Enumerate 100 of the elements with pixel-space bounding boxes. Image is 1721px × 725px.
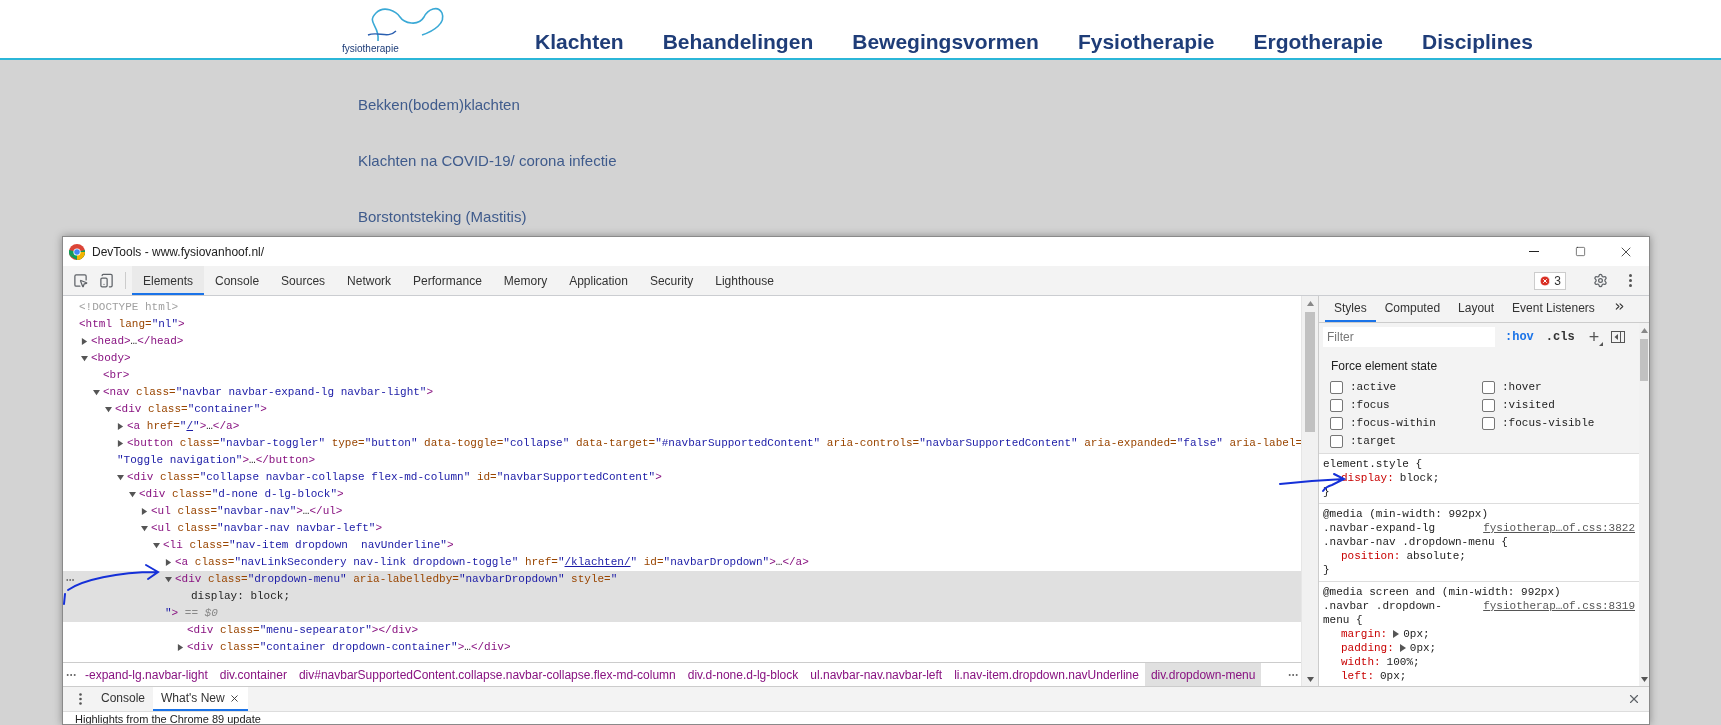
breadcrumb[interactable]: li.nav-item.dropdown.navUnderline xyxy=(948,663,1145,686)
checkbox[interactable] xyxy=(1330,434,1343,448)
sidebar-toggle-icon[interactable] xyxy=(1611,331,1626,343)
panel-tab[interactable]: Memory xyxy=(492,266,559,295)
panel-tab[interactable]: Security xyxy=(638,266,705,295)
nav-link[interactable]: Fysiotherapie xyxy=(1077,30,1215,54)
settings-icon xyxy=(1592,273,1608,288)
property-name: left: xyxy=(1341,669,1374,683)
checkbox[interactable] xyxy=(1482,380,1495,394)
scroll-thumb[interactable] xyxy=(1640,339,1648,381)
property-name: padding: xyxy=(1341,641,1394,655)
triangle-icon[interactable] xyxy=(117,423,124,430)
checkbox-label: :focus-visible xyxy=(1502,417,1595,429)
property-value: block; xyxy=(1399,471,1440,485)
triangle-icon[interactable] xyxy=(153,542,160,549)
panel-tab[interactable]: Lighthouse xyxy=(704,266,785,295)
drawer-tab[interactable]: Console xyxy=(93,687,154,711)
nav-link[interactable]: Behandelingen xyxy=(662,30,814,54)
panel-tab[interactable]: Console xyxy=(204,266,271,295)
panel-tab[interactable]: Performance xyxy=(402,266,493,295)
triangle-icon[interactable] xyxy=(141,508,148,515)
link[interactable]: /klachten/ xyxy=(564,556,631,568)
triangle-icon[interactable] xyxy=(117,474,124,481)
code-line: <div class="menu-sepearator"></div> xyxy=(187,623,419,638)
checkbox[interactable] xyxy=(1330,416,1343,430)
dropdown-item[interactable]: Bekken(bodem)klachten xyxy=(358,96,1721,114)
code-line: <button class="navbar-toggler" type="button" data-toggle="collapse" data-target="#navbarSupportedContent" aria-controls="navbarSupportedContent" aria-expanded="false" aria-label= xyxy=(127,436,1301,451)
dropdown-item[interactable]: Klachten na COVID-19/ corona infectie xyxy=(358,152,1721,170)
checkbox[interactable] xyxy=(1330,380,1343,394)
hov-button[interactable]: :hov xyxy=(1503,330,1536,344)
code-line: <div class="container"> xyxy=(115,402,267,417)
minimize-icon xyxy=(1529,251,1539,252)
nav-link[interactable]: Disciplines xyxy=(1422,30,1533,54)
checkbox[interactable] xyxy=(1330,398,1343,412)
panel-tab[interactable]: Application xyxy=(558,266,639,295)
triangle-icon[interactable] xyxy=(93,389,100,396)
error-count: 3 xyxy=(1554,273,1561,288)
sidebar-tab[interactable]: Event Listeners xyxy=(1503,296,1604,322)
error-icon xyxy=(1539,274,1552,287)
breadcrumb[interactable]: div#navbarSupportedContent.collapse.navbar-collapse.flex-md-column xyxy=(292,663,682,686)
triangle-icon[interactable] xyxy=(165,576,172,583)
dropdown-item[interactable]: Borstontsteking (Mastitis) xyxy=(358,208,1721,226)
checkbox-label: :active xyxy=(1350,381,1397,393)
property-name: width: xyxy=(1341,655,1381,669)
panel-tab[interactable]: Sources xyxy=(270,266,337,295)
property-value: 0px; xyxy=(1403,627,1430,641)
code-line: <head>…</head> xyxy=(91,334,184,349)
error-count-badge[interactable]: 3 xyxy=(1534,271,1566,290)
property-value: 0px; xyxy=(1409,641,1437,655)
scroll-down-icon[interactable] xyxy=(1640,676,1648,682)
checkbox[interactable] xyxy=(1482,398,1495,412)
cls-button[interactable]: .cls xyxy=(1543,330,1577,344)
drawer-tab[interactable]: What's New xyxy=(153,687,248,711)
cursor-in-box-icon xyxy=(72,273,88,288)
breadcrumb[interactable]: div.d-none.d-lg-block xyxy=(681,663,805,686)
checkbox-label: :focus xyxy=(1350,399,1390,411)
breadcrumb[interactable]: -expand-lg.navbar-light xyxy=(79,663,214,686)
property-value: 0px; xyxy=(1380,669,1407,683)
panel-tab[interactable]: Network xyxy=(336,266,403,295)
checkbox[interactable] xyxy=(1482,416,1495,430)
scrollbar[interactable] xyxy=(1301,296,1318,686)
triangle-icon[interactable] xyxy=(177,644,184,651)
selector-text: .navbar-expand-lg xyxy=(1323,521,1436,535)
code-line: <a class="navLinkSecondery nav-link dropdown-toggle" href="/klachten/" id="navbarDropdown">…</a> xyxy=(175,555,809,570)
breadcrumb[interactable]: div.container xyxy=(213,663,293,686)
triangle-icon[interactable] xyxy=(129,491,136,498)
code-line: display: block; xyxy=(191,589,291,604)
nav-link[interactable]: Bewegingsvormen xyxy=(852,30,1039,54)
code-line: <ul class="navbar-nav navbar-left"> xyxy=(151,521,383,536)
triangle-icon[interactable] xyxy=(165,559,172,566)
closing-brace: } xyxy=(1323,564,1330,576)
nav-link[interactable]: Ergotherapie xyxy=(1253,30,1383,54)
property-name: position: xyxy=(1341,549,1401,563)
breadcrumb[interactable]: div.dropdown-menu xyxy=(1144,663,1262,686)
sidebar-tab[interactable]: Styles xyxy=(1325,296,1376,322)
triangle-icon[interactable] xyxy=(141,525,148,532)
scroll-up-icon[interactable] xyxy=(1640,327,1648,333)
sidebar-tab[interactable]: Computed xyxy=(1375,296,1450,322)
menu-icon xyxy=(1628,274,1632,287)
close-icon[interactable] xyxy=(228,692,240,704)
filter-field[interactable]: Filter xyxy=(1323,327,1495,347)
code-line: <body> xyxy=(91,351,131,366)
breadcrumb[interactable]: ul.navbar-nav.navbar-left xyxy=(804,663,949,686)
checkbox-label: :hover xyxy=(1502,381,1542,393)
triangle-icon[interactable] xyxy=(105,406,112,413)
add-rule-button[interactable]: + xyxy=(1584,328,1604,346)
sidebar-tab[interactable]: Layout xyxy=(1449,296,1504,322)
triangle-icon[interactable] xyxy=(81,338,88,345)
selector-text: .navbar-nav .dropdown-menu { xyxy=(1323,535,1508,549)
link[interactable]: / xyxy=(186,420,194,432)
window-title: DevTools - www.fysiovanhoof.nl/ xyxy=(92,244,265,259)
triangle-icon[interactable] xyxy=(117,440,124,447)
scroll-down-icon[interactable] xyxy=(1306,676,1314,682)
nav-link[interactable]: Klachten xyxy=(535,30,624,54)
scroll-thumb[interactable] xyxy=(1305,312,1315,432)
triangle-icon[interactable] xyxy=(81,355,88,362)
source-link[interactable]: fysiotherap…of.css:8319 xyxy=(1483,599,1635,613)
source-link[interactable]: fysiotherap…of.css:3822 xyxy=(1483,521,1635,535)
panel-tab[interactable]: Elements xyxy=(132,266,205,295)
scroll-up-icon[interactable] xyxy=(1306,300,1314,306)
